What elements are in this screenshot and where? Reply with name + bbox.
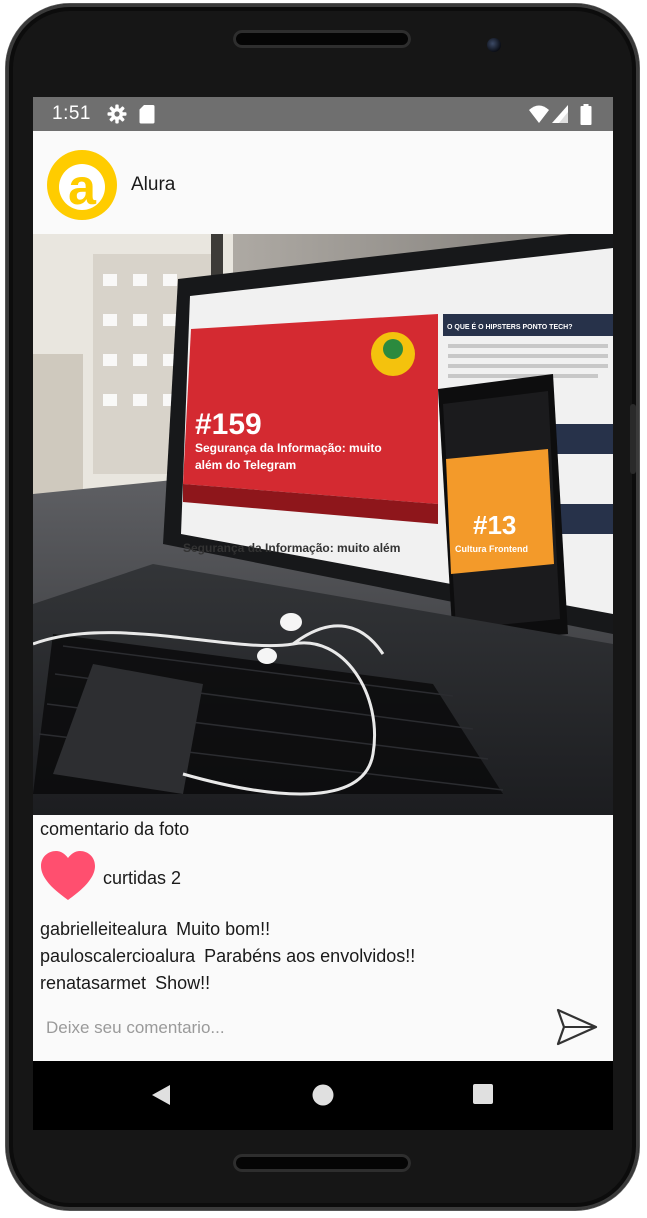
comment-username[interactable]: gabrielleitealura xyxy=(40,919,167,939)
phone-episode-number: #13 xyxy=(473,510,516,540)
comment-item: gabrielleitealura Muito bom!! xyxy=(40,916,415,943)
settings-icon xyxy=(107,104,127,129)
laptop-episode-title-line2: além do Telegram xyxy=(195,458,296,472)
account-name[interactable]: Alura xyxy=(131,174,175,196)
back-icon[interactable] xyxy=(150,1083,172,1107)
likes-count: curtidas 2 xyxy=(103,868,182,888)
wifi-icon xyxy=(528,104,550,129)
comments-list: gabrielleitealura Muito bom!! pauloscaler… xyxy=(40,916,415,997)
power-button xyxy=(630,404,636,474)
laptop-lower-title: Segurança da Informação: muito além xyxy=(183,541,400,555)
comment-text: Show!! xyxy=(155,973,211,993)
post-photo[interactable]: #159 Segurança da Informação: muito além… xyxy=(33,234,613,815)
comment-username[interactable]: pauloscalercioalura xyxy=(40,946,195,966)
home-icon[interactable] xyxy=(311,1083,335,1107)
comment-item: renatasarmet Show!! xyxy=(40,970,415,997)
comment-item: pauloscalercioalura Parabéns aos envolvid… xyxy=(40,943,415,970)
bottom-speaker xyxy=(233,1154,411,1172)
status-bar: 1:51 xyxy=(33,97,613,131)
recents-icon[interactable] xyxy=(472,1083,494,1105)
laptop-episode-number: #159 xyxy=(195,408,262,441)
front-camera xyxy=(487,38,501,52)
sd-card-icon xyxy=(139,104,155,129)
status-time: 1:51 xyxy=(52,103,91,124)
system-nav-bar xyxy=(33,1061,613,1130)
phone-episode-title: Cultura Frontend xyxy=(455,544,528,554)
comment-text: Parabéns aos envolvidos!! xyxy=(204,946,416,966)
heart-icon[interactable] xyxy=(39,850,97,902)
avatar-letter: a xyxy=(68,159,97,215)
comment-input[interactable] xyxy=(44,1012,543,1044)
app-screen: 1:51 a Alura #159 Segurança da Informaçã… xyxy=(33,97,613,1130)
laptop-and-phone-photo: #159 Segurança da Informação: muito além… xyxy=(33,234,613,815)
comment-username[interactable]: renatasarmet xyxy=(40,973,146,993)
photo-caption: comentario da foto xyxy=(40,819,190,839)
battery-icon xyxy=(580,104,592,130)
comment-text: Muito bom!! xyxy=(176,919,271,939)
post-header: a Alura xyxy=(33,131,613,234)
signal-icon xyxy=(551,104,569,129)
laptop-episode-title-line1: Segurança da Informação: muito xyxy=(195,441,382,455)
top-speaker xyxy=(233,30,411,48)
avatar[interactable]: a xyxy=(46,149,118,221)
laptop-sidebar-heading: O QUE É O HIPSTERS PONTO TECH? xyxy=(447,322,573,331)
send-icon[interactable] xyxy=(554,1004,600,1050)
